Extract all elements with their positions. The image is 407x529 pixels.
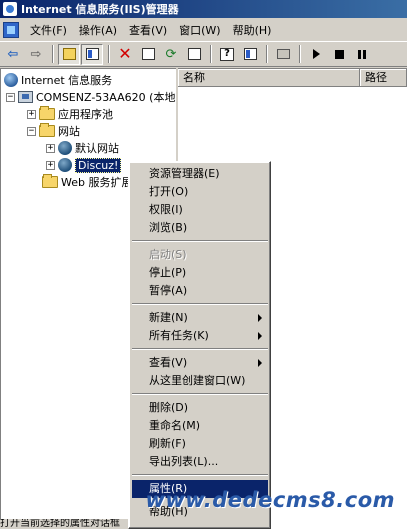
menu-separator bbox=[132, 393, 268, 395]
context-menu: 资源管理器(E) 打开(O) 权限(I) 浏览(B) 启动(S) 停止(P) 暂… bbox=[128, 161, 271, 529]
menu-help[interactable]: 帮助(H) bbox=[227, 20, 278, 40]
menu-item-all-tasks-label: 所有任务(K) bbox=[149, 329, 209, 342]
menu-separator bbox=[132, 348, 268, 350]
stop-icon[interactable] bbox=[328, 44, 350, 65]
mmc-console-icon[interactable] bbox=[3, 21, 19, 38]
menu-separator bbox=[132, 303, 268, 305]
properties-icon[interactable] bbox=[137, 44, 159, 65]
menu-item-browse[interactable]: 浏览(B) bbox=[132, 219, 268, 237]
refresh-icon[interactable]: ⟳ bbox=[160, 44, 182, 65]
menu-item-open[interactable]: 打开(O) bbox=[132, 183, 268, 201]
tree-node-web-extensions[interactable]: Web 服务扩展 bbox=[42, 174, 132, 190]
tree-node-computer[interactable]: − COMSENZ-53AA620 (本地计 bbox=[6, 89, 176, 105]
menu-window[interactable]: 窗口(W) bbox=[173, 20, 226, 40]
show-tree-icon[interactable] bbox=[81, 43, 103, 65]
menu-item-refresh[interactable]: 刷新(F) bbox=[132, 435, 268, 453]
menu-item-all-tasks[interactable]: 所有任务(K) bbox=[132, 327, 268, 345]
menu-file[interactable]: 文件(F) bbox=[24, 20, 73, 40]
tree-node-app-pools[interactable]: + 应用程序池 bbox=[27, 106, 113, 122]
tree-label-root: Internet 信息服务 bbox=[21, 74, 113, 87]
toolbar-separator bbox=[210, 45, 212, 63]
tree-label-app-pools: 应用程序池 bbox=[58, 108, 113, 121]
folder-icon bbox=[39, 123, 55, 137]
column-header-name[interactable]: 名称 bbox=[178, 69, 360, 87]
menu-bar: 文件(F) 操作(A) 查看(V) 窗口(W) 帮助(H) bbox=[0, 18, 407, 41]
tree-node-websites[interactable]: − 网站 bbox=[27, 123, 80, 139]
back-arrow-icon[interactable]: ⇦ bbox=[2, 44, 24, 65]
website-globe-icon bbox=[58, 158, 72, 172]
menu-action[interactable]: 操作(A) bbox=[73, 20, 123, 40]
expand-icon[interactable]: + bbox=[46, 143, 55, 153]
toolbar-separator bbox=[266, 45, 268, 63]
status-bar: 打开当前选择的属性对话框 bbox=[0, 519, 128, 529]
watermark-text: www.dedecms8.com bbox=[145, 488, 395, 512]
tree-label-computer: COMSENZ-53AA620 (本地计 bbox=[36, 91, 176, 104]
menu-item-explore[interactable]: 资源管理器(E) bbox=[132, 165, 268, 183]
menu-item-new-label: 新建(N) bbox=[149, 311, 188, 324]
collapse-icon[interactable]: − bbox=[6, 92, 15, 102]
export-list-icon[interactable] bbox=[183, 44, 205, 65]
menu-item-start[interactable]: 启动(S) bbox=[132, 246, 268, 264]
computer-icon[interactable] bbox=[272, 44, 294, 65]
menu-separator bbox=[132, 240, 268, 242]
folder-icon bbox=[39, 106, 55, 120]
menu-item-export-list[interactable]: 导出列表(L)... bbox=[132, 453, 268, 471]
tree-node-discuz-site[interactable]: + Discuz! bbox=[46, 157, 122, 173]
menu-item-pause[interactable]: 暂停(A) bbox=[132, 282, 268, 300]
start-icon[interactable] bbox=[305, 44, 327, 65]
iis-app-icon bbox=[3, 2, 17, 16]
toolbar-separator bbox=[52, 45, 54, 63]
tree-label-websites: 网站 bbox=[58, 125, 80, 138]
tree-label-discuz-site: Discuz! bbox=[75, 157, 122, 173]
column-header-path[interactable]: 路径 bbox=[360, 69, 407, 87]
iis-globe-icon bbox=[4, 73, 18, 87]
menu-item-delete[interactable]: 删除(D) bbox=[132, 399, 268, 417]
collapse-icon[interactable]: − bbox=[27, 126, 36, 136]
menu-item-view-label: 查看(V) bbox=[149, 356, 188, 369]
expand-icon[interactable]: + bbox=[46, 160, 55, 170]
window-title: Internet 信息服务(IIS)管理器 bbox=[21, 3, 179, 16]
submenu-arrow-icon bbox=[258, 359, 262, 367]
menu-separator bbox=[132, 474, 268, 476]
pause-icon[interactable] bbox=[351, 44, 373, 65]
folder-icon bbox=[42, 174, 58, 188]
computer-icon bbox=[18, 91, 33, 103]
up-folder-icon[interactable] bbox=[58, 43, 80, 65]
tree-label-web-extensions: Web 服务扩展 bbox=[61, 176, 133, 189]
menu-view[interactable]: 查看(V) bbox=[123, 20, 173, 40]
website-globe-icon bbox=[58, 141, 72, 155]
submenu-arrow-icon bbox=[258, 332, 262, 340]
tree-node-default-site[interactable]: + 默认网站 bbox=[46, 140, 119, 156]
help-icon[interactable]: ? bbox=[216, 44, 238, 65]
menu-item-permissions[interactable]: 权限(I) bbox=[132, 201, 268, 219]
expand-icon[interactable]: + bbox=[27, 109, 36, 119]
toolbar-separator bbox=[299, 45, 301, 63]
tree-node-root[interactable]: Internet 信息服务 bbox=[4, 72, 112, 88]
menu-item-stop[interactable]: 停止(P) bbox=[132, 264, 268, 282]
action-pane-icon[interactable] bbox=[239, 44, 261, 65]
menu-item-new-window[interactable]: 从这里创建窗口(W) bbox=[132, 372, 268, 390]
toolbar-separator bbox=[108, 45, 110, 63]
menu-item-rename[interactable]: 重命名(M) bbox=[132, 417, 268, 435]
forward-arrow-icon[interactable]: ⇨ bbox=[25, 44, 47, 65]
title-bar: Internet 信息服务(IIS)管理器 bbox=[0, 0, 407, 18]
toolbar: ⇦ ⇨ ✕ ⟳ ? bbox=[0, 41, 407, 67]
submenu-arrow-icon bbox=[258, 314, 262, 322]
delete-icon[interactable]: ✕ bbox=[114, 44, 136, 65]
menu-item-view[interactable]: 查看(V) bbox=[132, 354, 268, 372]
tree-label-default-site: 默认网站 bbox=[75, 142, 119, 155]
menu-item-new[interactable]: 新建(N) bbox=[132, 309, 268, 327]
